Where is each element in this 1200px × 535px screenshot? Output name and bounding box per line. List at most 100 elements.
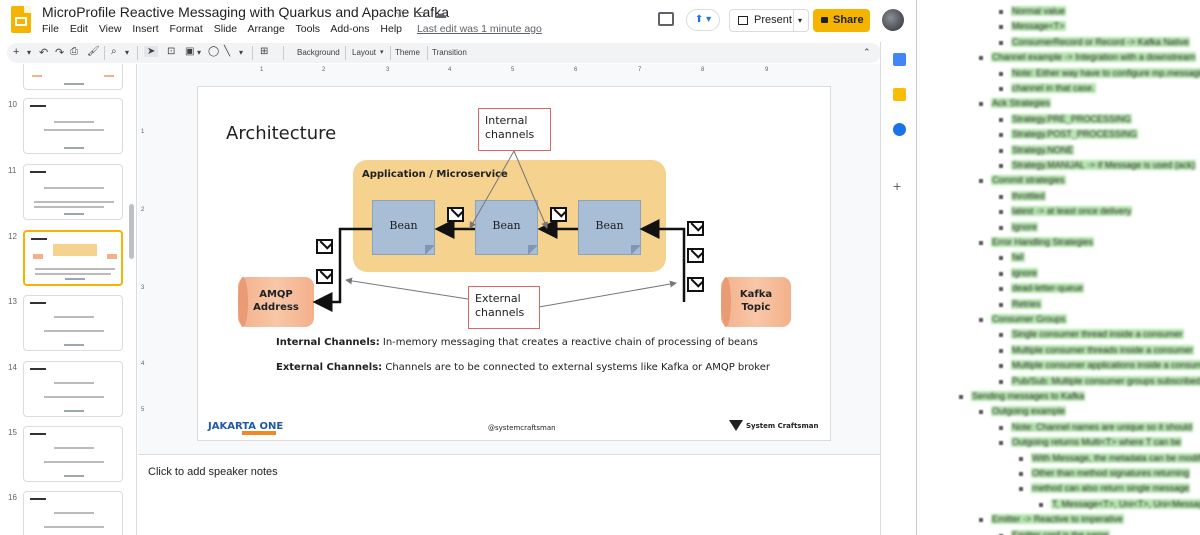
chevron-down-icon[interactable]: ▾ bbox=[125, 48, 129, 57]
doc-outline-line[interactable]: Message<T> bbox=[999, 21, 1066, 32]
doc-outline-line[interactable]: Pub/Sub: Multiple consumer groups subscr… bbox=[999, 375, 1200, 386]
doc-outline-line[interactable]: Other than method signatures returning bbox=[1019, 468, 1191, 478]
doc-outline-line[interactable]: With Message, the metadata can be modifi… bbox=[1019, 452, 1200, 463]
doc-outline-line[interactable]: channel in that case. bbox=[999, 83, 1096, 93]
paint-format-icon[interactable]: 🖌 bbox=[87, 46, 100, 57]
share-button[interactable]: Share bbox=[813, 9, 870, 32]
external-channels-callout[interactable]: External channels bbox=[468, 286, 540, 329]
menu-arrange[interactable]: Arrange bbox=[247, 23, 284, 35]
last-edit-link[interactable]: Last edit was 1 minute ago bbox=[417, 23, 542, 35]
horizontal-ruler[interactable]: 1 2 3 4 5 6 7 8 9 bbox=[198, 67, 866, 75]
doc-outline-line[interactable]: Strategy.MANUAL -> if Message is used (a… bbox=[999, 160, 1196, 170]
speaker-notes[interactable]: Click to add speaker notes bbox=[138, 458, 880, 535]
cloud-status-icon[interactable]: ☁ bbox=[434, 6, 447, 22]
chevron-down-icon[interactable]: ▾ bbox=[239, 48, 243, 57]
doc-outline-line[interactable]: Retries bbox=[999, 298, 1042, 309]
doc-outline-line[interactable]: Strategy.NONE bbox=[999, 144, 1075, 155]
internal-channels-note[interactable]: Internal Channels: In-memory messaging t… bbox=[276, 337, 758, 348]
doc-outline-line[interactable]: Strategy.PRE_PROCESSING bbox=[999, 113, 1132, 124]
doc-outline-line[interactable]: Channel example -> Integration with a do… bbox=[979, 52, 1197, 63]
menu-view[interactable]: View bbox=[99, 23, 122, 35]
theme-button[interactable]: Theme bbox=[395, 48, 420, 57]
speaker-notes-placeholder[interactable]: Click to add speaker notes bbox=[148, 466, 278, 478]
zoom-icon[interactable]: ⌕ bbox=[111, 46, 117, 57]
avatar[interactable] bbox=[882, 9, 904, 31]
doc-outline-line[interactable]: Consumer Groups bbox=[979, 314, 1067, 324]
vertical-ruler[interactable]: 1 2 3 4 5 bbox=[141, 89, 149, 439]
outline-document[interactable]: Normal value Message<T> ConsumerRecord or … bbox=[916, 0, 1200, 535]
filmstrip-scrollbar[interactable] bbox=[129, 204, 134, 259]
doc-outline-line[interactable]: Ack Strategies bbox=[979, 98, 1052, 109]
line-icon[interactable]: ╲ bbox=[224, 46, 230, 57]
doc-outline-line[interactable]: Commit strategies bbox=[979, 175, 1066, 186]
menu-add-ons[interactable]: Add-ons bbox=[330, 23, 369, 35]
add-addon-icon[interactable]: + bbox=[893, 178, 901, 194]
comment-history-icon[interactable] bbox=[658, 12, 674, 26]
menu-tools[interactable]: Tools bbox=[296, 23, 321, 35]
undo-icon[interactable]: ↶ bbox=[39, 46, 48, 59]
doc-outline-line[interactable]: latest -> at least once delivery bbox=[999, 206, 1133, 217]
layout-button[interactable]: Layout bbox=[352, 48, 376, 57]
select-cursor-icon[interactable]: ➤ bbox=[144, 46, 159, 57]
doc-outline-line[interactable]: Error Handling Strategies bbox=[979, 237, 1095, 247]
print-icon[interactable]: ⎙ bbox=[70, 46, 78, 57]
doc-line-text: Error Handling Strategies bbox=[991, 237, 1095, 247]
doc-line-text: ConsumerRecord or Record -> Kafka Native bbox=[1011, 36, 1190, 47]
doc-outline-line[interactable]: Multiple consumer applications inside a … bbox=[999, 360, 1200, 371]
doc-outline-line[interactable]: Emitter -> Reactive to imperative bbox=[979, 514, 1124, 525]
move-folder-icon[interactable]: ▭ bbox=[414, 6, 426, 22]
menu-help[interactable]: Help bbox=[380, 23, 402, 35]
menu-file[interactable]: File bbox=[42, 23, 59, 35]
text-box-icon[interactable]: ⊡ bbox=[167, 46, 175, 57]
doc-outline-line[interactable]: Outgoing example bbox=[979, 406, 1067, 417]
shape-icon[interactable]: ◯ bbox=[208, 46, 219, 57]
external-channels-note[interactable]: External Channels: Channels are to be co… bbox=[276, 362, 770, 373]
chevron-down-icon[interactable]: ▾ bbox=[27, 48, 31, 57]
doc-outline-line[interactable]: Multiple consumer threads inside a consu… bbox=[999, 344, 1195, 355]
doc-outline-line[interactable]: Single consumer thread inside a consumer bbox=[999, 329, 1184, 340]
doc-outline-line[interactable]: method can also return single message bbox=[1019, 483, 1191, 494]
doc-outline-line[interactable]: throttled bbox=[999, 190, 1046, 201]
doc-outline-line[interactable]: ignore bbox=[999, 221, 1039, 232]
doc-outline-line[interactable]: ConsumerRecord or Record -> Kafka Native bbox=[999, 36, 1190, 47]
doc-outline-line[interactable]: Strategy.POST_PROCESSING bbox=[999, 129, 1138, 140]
chevron-down-icon[interactable]: ▾ bbox=[380, 48, 384, 56]
doc-outline-line[interactable]: Normal value bbox=[999, 6, 1067, 16]
doc-outline-line[interactable]: Note: Channel names are unique so it sho… bbox=[999, 421, 1194, 432]
menu-edit[interactable]: Edit bbox=[70, 23, 88, 35]
slide[interactable]: Architecture Application / Microservice … bbox=[197, 86, 831, 441]
doc-outline-line[interactable]: Note: Either way have to configure mp.me… bbox=[999, 67, 1200, 78]
calendar-icon[interactable] bbox=[893, 53, 906, 66]
collapse-toolbar-icon[interactable]: ⌃ bbox=[863, 47, 871, 58]
doc-outline-line[interactable]: dead-letter-queue bbox=[999, 283, 1085, 294]
ruler-tick: 7 bbox=[638, 67, 642, 73]
comment-icon[interactable]: ⊞ bbox=[260, 46, 268, 57]
doc-outline-line[interactable]: Sending messages to Kafka bbox=[959, 391, 1086, 401]
present-button[interactable]: Present ▾ bbox=[729, 9, 809, 32]
menu-format[interactable]: Format bbox=[170, 23, 203, 35]
star-icon[interactable]: ☆ bbox=[395, 6, 407, 22]
slides-logo-icon[interactable] bbox=[11, 6, 31, 33]
new-slide-icon[interactable]: + bbox=[13, 46, 19, 58]
internal-channels-callout[interactable]: Internal channels bbox=[478, 108, 551, 151]
slide-filmstrip[interactable]: 10 11 12 13 14 15 16 bbox=[0, 64, 137, 535]
redo-icon[interactable]: ↷ bbox=[55, 46, 64, 59]
doc-outline-line[interactable]: ignore bbox=[999, 267, 1039, 278]
chevron-down-icon[interactable]: ▾ bbox=[197, 48, 201, 57]
menu-insert[interactable]: Insert bbox=[132, 23, 158, 35]
image-icon[interactable]: ▣ bbox=[185, 46, 194, 57]
doc-outline-line[interactable]: fail bbox=[999, 252, 1025, 263]
doc-outline-line[interactable]: Emitter conf is the same bbox=[999, 529, 1110, 535]
chevron-down-icon[interactable]: ▾ bbox=[798, 10, 802, 31]
document-title[interactable]: MicroProfile Reactive Messaging with Qua… bbox=[42, 4, 449, 20]
doc-outline-line[interactable]: Outgoing returns Multi<T> where T can be bbox=[999, 437, 1182, 448]
menu-slide[interactable]: Slide bbox=[214, 23, 237, 35]
bullet-icon bbox=[999, 25, 1003, 30]
doc-outline-line[interactable]: T, Message<T>, Uni<T>, Uni<Message<T>> bbox=[1039, 498, 1200, 509]
tasks-icon[interactable] bbox=[893, 123, 906, 136]
transition-button[interactable]: Transition bbox=[432, 48, 467, 57]
background-button[interactable]: Background bbox=[297, 48, 340, 57]
keep-icon[interactable] bbox=[893, 88, 906, 101]
bullet-icon bbox=[1019, 456, 1023, 461]
meet-present-button[interactable]: ⬆ ▾ bbox=[686, 9, 720, 31]
